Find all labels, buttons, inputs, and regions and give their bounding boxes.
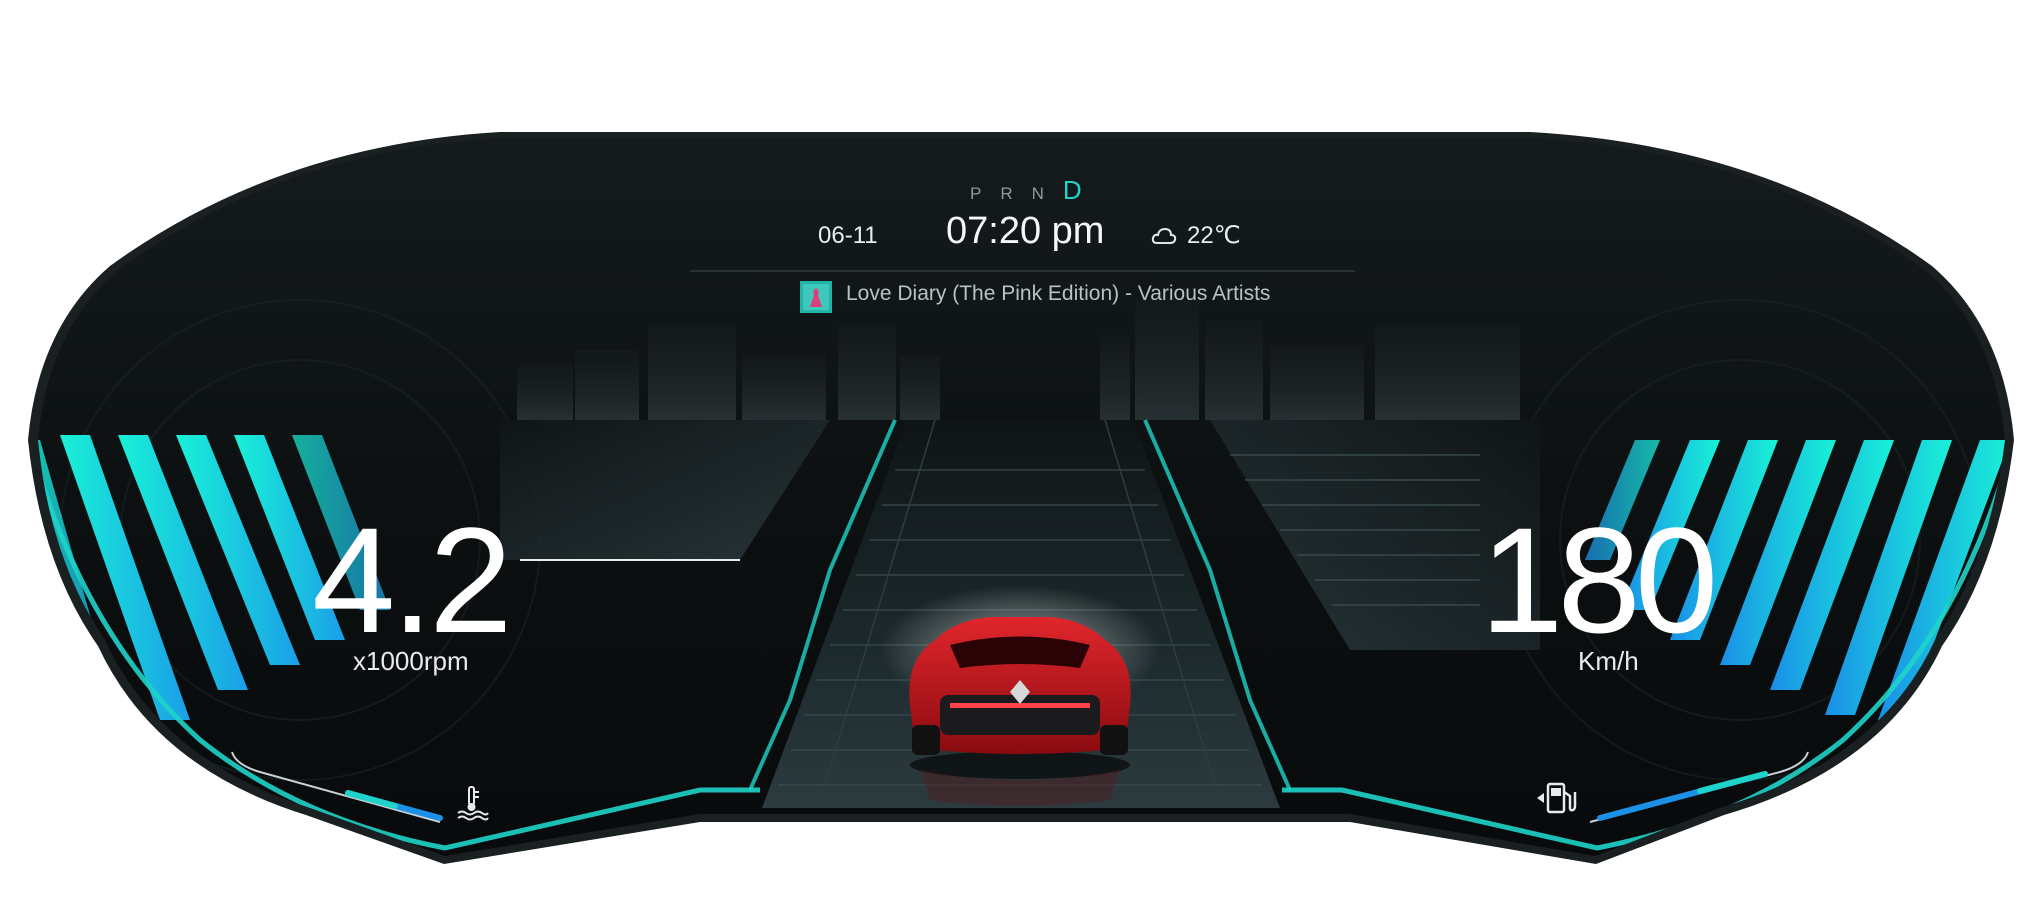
gear-n: N	[1031, 184, 1063, 203]
temperature-label: 22℃	[1187, 222, 1241, 249]
speed-unit: Km/h	[1578, 646, 1639, 676]
instrument-cluster	[28, 132, 2014, 864]
gear-p: P	[970, 184, 1001, 203]
cloud-icon	[1151, 227, 1177, 244]
weather-display: 22℃	[1151, 221, 1241, 250]
fuel-pump-icon	[1537, 782, 1577, 814]
gear-r: R	[1000, 184, 1032, 203]
now-playing-label[interactable]: Love Diary (The Pink Edition) - Various …	[846, 282, 1270, 306]
coolant-temperature-icon	[457, 786, 489, 821]
rpm-unit: x1000rpm	[353, 646, 469, 676]
date-display: 06-11	[818, 222, 878, 249]
car-graphic	[880, 585, 1160, 806]
time-display: 07:20 pm	[946, 210, 1105, 252]
album-art[interactable]	[800, 281, 832, 313]
speed-value: 180	[1480, 496, 1718, 664]
rpm-value: 4.2	[312, 496, 513, 664]
gear-selector: PRND	[970, 175, 1082, 206]
gear-active: D	[1062, 175, 1082, 205]
